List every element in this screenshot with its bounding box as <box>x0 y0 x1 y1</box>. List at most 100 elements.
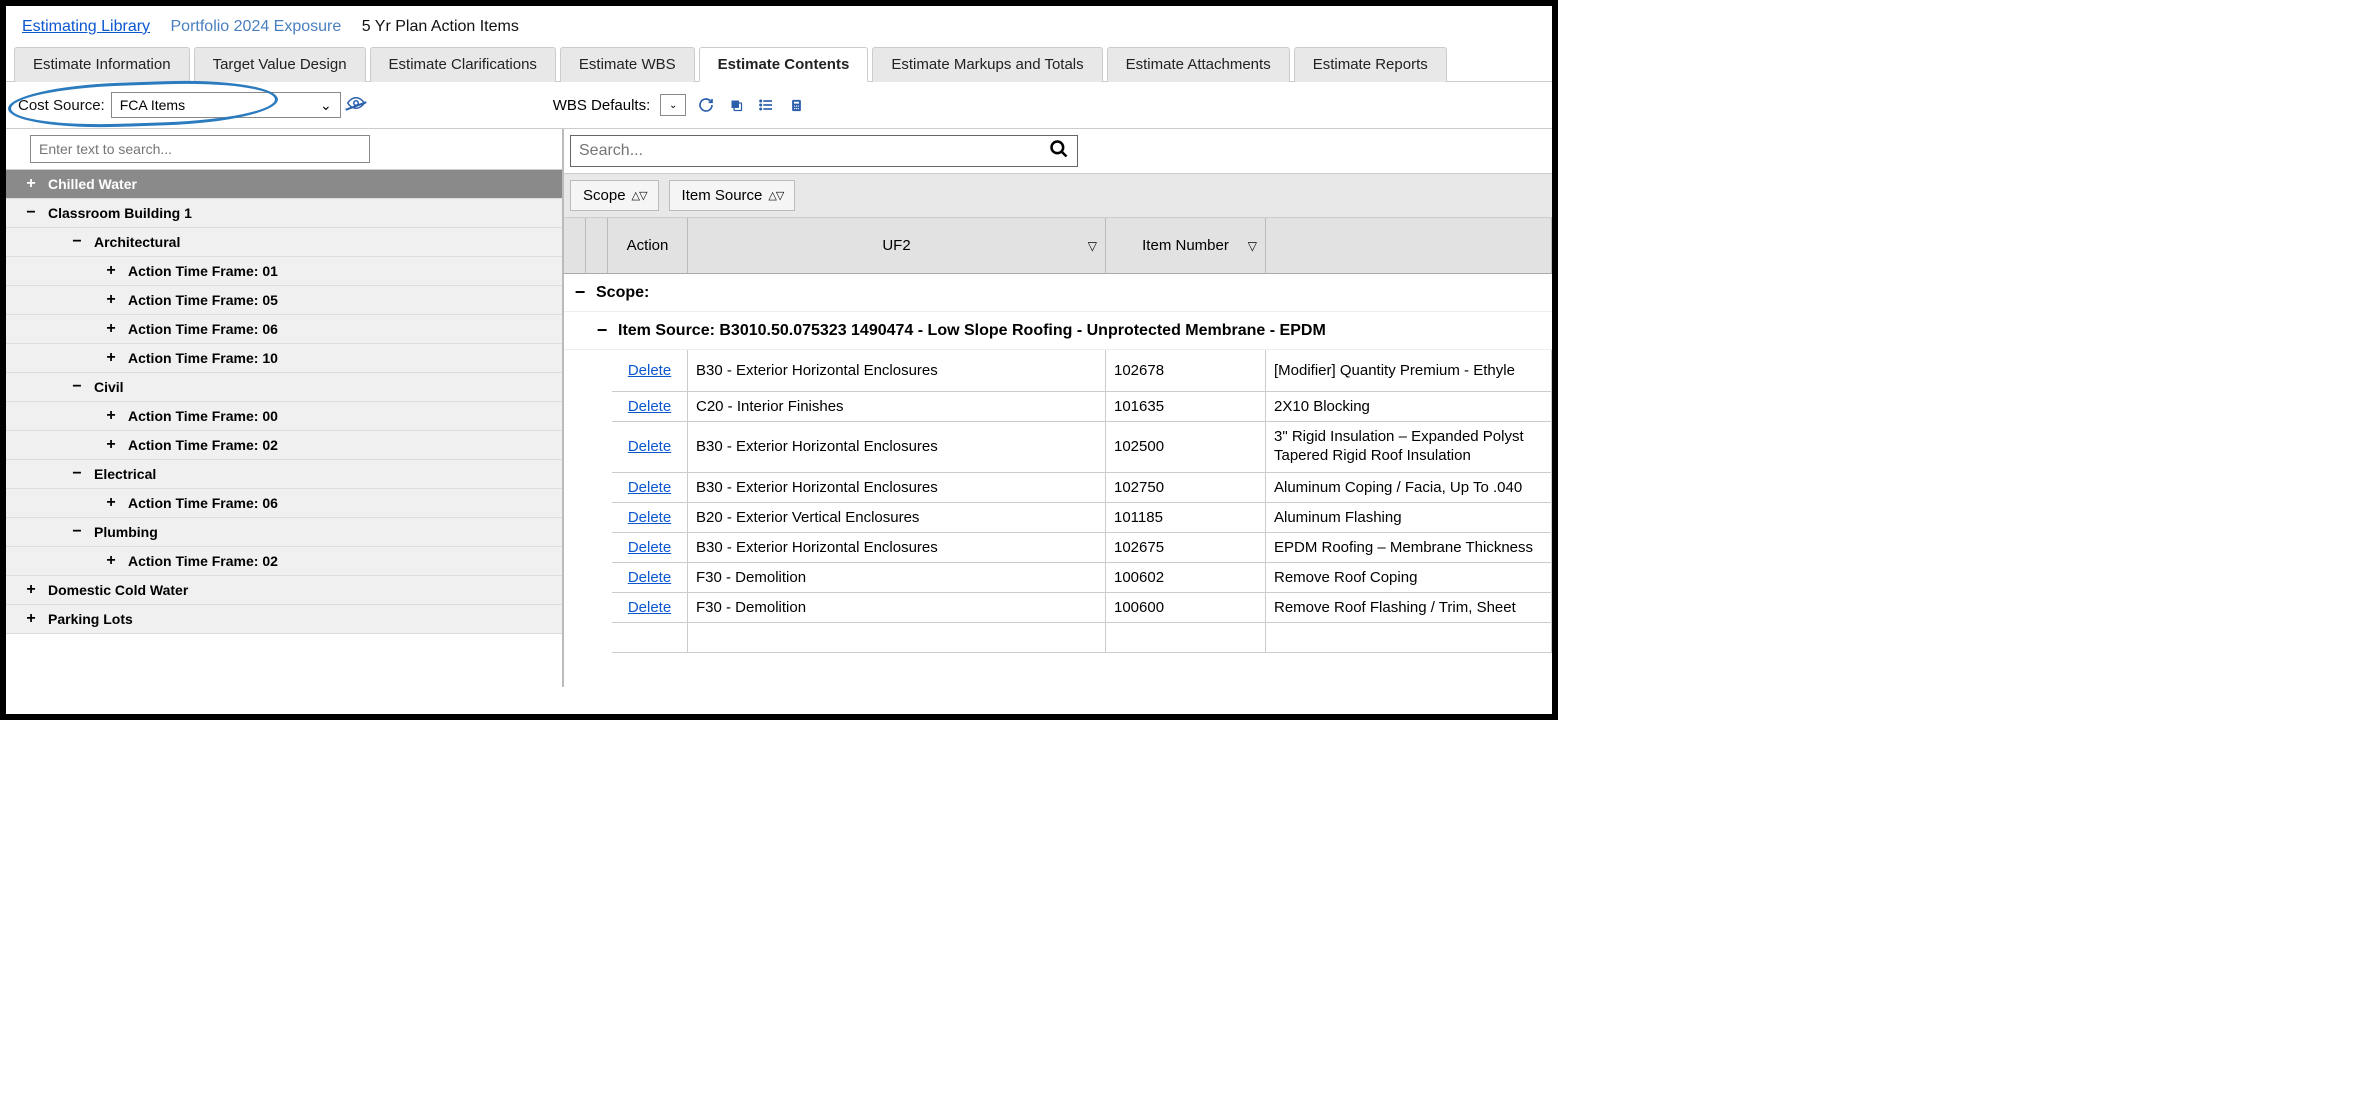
cell-item-number: 101635 <box>1106 392 1266 421</box>
expand-icon[interactable]: + <box>22 581 40 599</box>
grid-search-input[interactable] <box>579 142 1020 160</box>
group-scope[interactable]: − Scope: <box>564 274 1552 312</box>
tab-estimate-markups-totals[interactable]: Estimate Markups and Totals <box>872 47 1102 82</box>
group-item-source[interactable]: − Item Source: B3010.50.075323 1490474 -… <box>564 312 1552 350</box>
cell-item-number: 102500 <box>1106 422 1266 472</box>
collapse-icon[interactable]: − <box>22 204 40 222</box>
tree-row[interactable]: −Architectural <box>6 228 562 257</box>
calculator-icon[interactable] <box>786 95 806 115</box>
wbs-defaults-select[interactable]: ⌄ <box>660 94 686 116</box>
grid-header-item-number[interactable]: Item Number ▽ <box>1106 218 1266 273</box>
expand-icon[interactable]: + <box>102 262 120 280</box>
tree-row-label: Action Time Frame: 06 <box>128 321 278 337</box>
collapse-icon[interactable]: − <box>68 523 86 541</box>
expand-icon[interactable]: + <box>22 610 40 628</box>
tree-row[interactable]: + Action Time Frame: 02 <box>6 547 562 576</box>
cell-description: Aluminum Flashing <box>1266 503 1552 532</box>
refresh-icon[interactable] <box>696 95 716 115</box>
collapse-icon[interactable]: − <box>68 233 86 251</box>
delete-link[interactable]: Delete <box>628 509 671 526</box>
filter-icon[interactable]: ▽ <box>1088 239 1097 253</box>
table-row: DeleteF30 - Demolition100600Remove Roof … <box>612 593 1552 623</box>
tree-row[interactable]: −Classroom Building 1 <box>6 199 562 228</box>
list-icon[interactable] <box>756 95 776 115</box>
tree-row-label: Architectural <box>94 234 180 250</box>
grid-header-uf2[interactable]: UF2 ▽ <box>688 218 1106 273</box>
table-row: Delete B20 - Exterior Vertical Enclosures… <box>612 503 1552 533</box>
delete-link[interactable]: Delete <box>628 569 671 586</box>
tree-row[interactable]: −Electrical <box>6 460 562 489</box>
chip-item-source[interactable]: Item Source △ ▽ <box>669 180 796 211</box>
cost-source-label: Cost Source: <box>18 97 105 114</box>
collapse-icon[interactable]: − <box>592 320 612 341</box>
chip-item-source-label: Item Source <box>682 187 763 204</box>
collapse-icon[interactable]: − <box>68 465 86 483</box>
chip-scope[interactable]: Scope △ ▽ <box>570 180 659 211</box>
filter-icon[interactable]: ▽ <box>1248 239 1257 253</box>
tree-row-label: Action Time Frame: 01 <box>128 263 278 279</box>
tab-target-value-design[interactable]: Target Value Design <box>194 47 366 82</box>
cell-item-number: 100600 <box>1106 593 1266 622</box>
tree-row[interactable]: + Action Time Frame: 06 <box>6 315 562 344</box>
tree-row-label: Chilled Water <box>48 176 137 192</box>
tree-row[interactable]: + Action Time Frame: 01 <box>6 257 562 286</box>
cost-source-value: FCA Items <box>120 97 185 113</box>
grid-header-desc[interactable] <box>1266 218 1552 273</box>
tree-search-input[interactable] <box>30 135 370 163</box>
expand-icon[interactable]: + <box>102 349 120 367</box>
cell-empty <box>688 623 1106 652</box>
tree-row[interactable]: + Chilled Water <box>6 170 562 199</box>
tab-estimate-clarifications[interactable]: Estimate Clarifications <box>370 47 556 82</box>
search-icon[interactable] <box>1049 139 1069 164</box>
tab-estimate-contents[interactable]: Estimate Contents <box>699 47 869 82</box>
cell-description: Aluminum Coping / Facia, Up To .040 <box>1266 473 1552 502</box>
breadcrumb-current: 5 Yr Plan Action Items <box>362 18 519 35</box>
delete-link[interactable]: Delete <box>628 438 671 455</box>
delete-link[interactable]: Delete <box>628 479 671 496</box>
tree-row[interactable]: −Civil <box>6 373 562 402</box>
table-row: DeleteF30 - Demolition100602Remove Roof … <box>612 563 1552 593</box>
tree-row[interactable]: +Action Time Frame: 06 <box>6 489 562 518</box>
tab-estimate-wbs[interactable]: Estimate WBS <box>560 47 695 82</box>
eye-slash-icon[interactable] <box>347 94 365 117</box>
expand-icon[interactable]: + <box>102 436 120 454</box>
tree-row-label: Civil <box>94 379 124 395</box>
cell-uf2: B20 - Exterior Vertical Enclosures <box>688 503 1106 532</box>
right-pane: Scope △ ▽ Item Source △ ▽ Action UF2 ▽ <box>564 129 1552 687</box>
collapse-icon[interactable]: − <box>68 378 86 396</box>
filter-chips-row: Scope △ ▽ Item Source △ ▽ <box>564 174 1552 218</box>
tab-estimate-information[interactable]: Estimate Information <box>14 47 190 82</box>
expand-icon[interactable]: + <box>102 320 120 338</box>
breadcrumb-link-portfolio[interactable]: Portfolio 2024 Exposure <box>171 18 342 35</box>
delete-link[interactable]: Delete <box>628 362 671 379</box>
delete-link[interactable]: Delete <box>628 539 671 556</box>
chip-scope-label: Scope <box>583 187 626 204</box>
delete-link[interactable]: Delete <box>628 599 671 616</box>
tree-row-label: Electrical <box>94 466 156 482</box>
cell-description: Remove Roof Coping <box>1266 563 1552 592</box>
tree-row[interactable]: +Action Time Frame: 02 <box>6 431 562 460</box>
copy-icon[interactable] <box>726 95 746 115</box>
cell-uf2: C20 - Interior Finishes <box>688 392 1106 421</box>
tree-row-label: Action Time Frame: 02 <box>128 553 278 569</box>
expand-icon[interactable]: + <box>102 552 120 570</box>
expand-icon[interactable]: + <box>102 291 120 309</box>
expand-icon[interactable]: + <box>22 175 40 193</box>
expand-icon[interactable]: + <box>102 494 120 512</box>
tree-row[interactable]: + Domestic Cold Water <box>6 576 562 605</box>
tab-estimate-attachments[interactable]: Estimate Attachments <box>1107 47 1290 82</box>
tree-row-label: Domestic Cold Water <box>48 582 188 598</box>
tab-estimate-reports[interactable]: Estimate Reports <box>1294 47 1447 82</box>
tree-row[interactable]: +Action Time Frame: 10 <box>6 344 562 373</box>
tree-row[interactable]: −Plumbing <box>6 518 562 547</box>
grid-header-action[interactable]: Action <box>608 218 688 273</box>
tree-row[interactable]: +Action Time Frame: 00 <box>6 402 562 431</box>
breadcrumb-link-library[interactable]: Estimating Library <box>22 18 150 35</box>
tree-row[interactable]: +Action Time Frame: 05 <box>6 286 562 315</box>
tree-row[interactable]: +Parking Lots <box>6 605 562 634</box>
collapse-icon[interactable]: − <box>570 282 590 303</box>
expand-icon[interactable]: + <box>102 407 120 425</box>
cost-source-select[interactable]: FCA Items ⌄ <box>111 92 341 118</box>
tab-bar: Estimate Information Target Value Design… <box>6 46 1552 82</box>
delete-link[interactable]: Delete <box>628 398 671 415</box>
